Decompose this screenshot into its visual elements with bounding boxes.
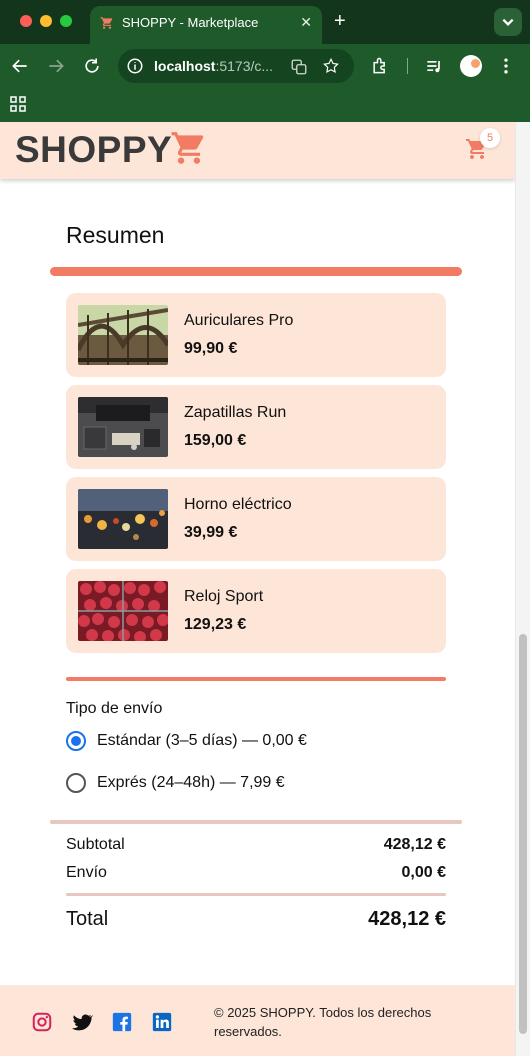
- subtotal-value: 428,12 €: [383, 836, 446, 853]
- page-scrollbar[interactable]: [515, 122, 530, 1056]
- radio-label-express: Exprés (24–48h) — 7,99 €: [97, 774, 285, 791]
- total-row: Total 428,12 €: [66, 908, 446, 934]
- cart-item-card[interactable]: Auriculares Pro 99,90 €: [66, 293, 446, 377]
- reload-icon[interactable]: [82, 56, 102, 76]
- instagram-icon[interactable]: [31, 1011, 53, 1033]
- twitter-icon[interactable]: [71, 1011, 93, 1033]
- item-price: 99,90 €: [184, 340, 238, 357]
- shipping-cost-row: Envío 0,00 €: [66, 864, 446, 884]
- logo-text[interactable]: SHOPPY: [15, 129, 172, 171]
- footer-copyright: © 2025 SHOPPY. Todos los derechos reserv…: [214, 1005, 432, 1039]
- summary-title: Resumen: [66, 222, 165, 248]
- page-viewport: SHOPPY 5 Resumen Auriculares Pro 99,90 €: [0, 122, 515, 1056]
- linkedin-icon[interactable]: [151, 1011, 173, 1033]
- total-label: Total: [66, 908, 109, 930]
- radio-label-standard: Estándar (3–5 días) — 0,00 €: [97, 732, 307, 749]
- tab-title: SHOPPY - Marketplace: [122, 15, 259, 30]
- item-price: 159,00 €: [184, 432, 247, 449]
- cart-count-badge: 5: [480, 128, 500, 148]
- forward-arrow-icon[interactable]: [46, 56, 66, 76]
- item-name: Horno eléctrico: [184, 496, 292, 513]
- site-footer: © 2025 SHOPPY. Todos los derechos reserv…: [0, 985, 515, 1056]
- tab-search-button[interactable]: [494, 8, 522, 36]
- subtotal-label: Subtotal: [66, 836, 125, 853]
- item-image-strawberries: [78, 581, 168, 641]
- url-text: localhost:5173/c...: [154, 58, 273, 74]
- address-bar[interactable]: localhost:5173/c...: [118, 49, 354, 83]
- radio-standard[interactable]: [66, 731, 86, 751]
- facebook-icon[interactable]: [111, 1011, 133, 1033]
- url-path: :5173/c...: [215, 58, 274, 74]
- avatar-face: [471, 59, 480, 68]
- more-menu-icon[interactable]: [496, 56, 516, 76]
- bookmark-star-icon[interactable]: [322, 57, 340, 75]
- site-info-icon[interactable]: [126, 57, 144, 75]
- window-minimize-button[interactable]: [40, 15, 52, 27]
- window-zoom-button[interactable]: [60, 15, 72, 27]
- shipping-type-label: Tipo de envío: [66, 700, 163, 717]
- item-name: Reloj Sport: [184, 588, 264, 605]
- site-header: SHOPPY 5: [0, 122, 515, 179]
- shipping-option-standard[interactable]: Estándar (3–5 días) — 0,00 €: [66, 729, 446, 753]
- shipping-cost-label: Envío: [66, 864, 107, 881]
- total-divider: [66, 893, 446, 896]
- item-price: 39,99 €: [184, 524, 238, 541]
- cart-item-card[interactable]: Reloj Sport 129,23 €: [66, 569, 446, 653]
- logo-cart-icon: [171, 132, 204, 164]
- summary-accent-bar: [50, 267, 462, 276]
- browser-toolbar: localhost:5173/c...: [0, 44, 530, 88]
- item-image-bokeh: [78, 489, 168, 549]
- tab-close-icon[interactable]: ✕: [300, 14, 312, 31]
- url-host: localhost: [154, 58, 216, 74]
- translate-icon[interactable]: [290, 58, 308, 76]
- subtotal-row: Subtotal 428,12 €: [66, 836, 446, 856]
- profile-avatar[interactable]: [460, 55, 482, 77]
- extensions-icon[interactable]: [370, 56, 390, 76]
- item-image-desk: [78, 397, 168, 457]
- item-image-bridge: [78, 305, 168, 365]
- item-name: Zapatillas Run: [184, 404, 287, 421]
- totals-divider: [50, 820, 462, 824]
- cart-item-card[interactable]: Zapatillas Run 159,00 €: [66, 385, 446, 469]
- item-name: Auriculares Pro: [184, 312, 294, 329]
- bookmarks-bar: [0, 88, 530, 122]
- radio-express[interactable]: [66, 773, 86, 793]
- cart-favicon-icon: [100, 17, 113, 29]
- browser-tab-active[interactable]: SHOPPY - Marketplace ✕: [90, 6, 322, 44]
- scrollbar-thumb[interactable]: [519, 634, 527, 1034]
- shipping-cost-value: 0,00 €: [401, 864, 446, 881]
- media-queue-icon[interactable]: [424, 56, 444, 76]
- item-price: 129,23 €: [184, 616, 247, 633]
- toolbar-separator: [407, 58, 408, 74]
- chevron-down-icon: [502, 18, 514, 26]
- apps-grid-icon[interactable]: [10, 96, 26, 112]
- total-value: 428,12 €: [368, 908, 446, 930]
- shipping-option-express[interactable]: Exprés (24–48h) — 7,99 €: [66, 771, 446, 795]
- window-close-button[interactable]: [20, 15, 32, 27]
- browser-tab-bar: SHOPPY - Marketplace ✕ +: [0, 0, 530, 44]
- items-divider: [66, 677, 446, 681]
- back-arrow-icon[interactable]: [10, 56, 30, 76]
- cart-item-card[interactable]: Horno eléctrico 39,99 €: [66, 477, 446, 561]
- new-tab-button[interactable]: +: [334, 10, 346, 32]
